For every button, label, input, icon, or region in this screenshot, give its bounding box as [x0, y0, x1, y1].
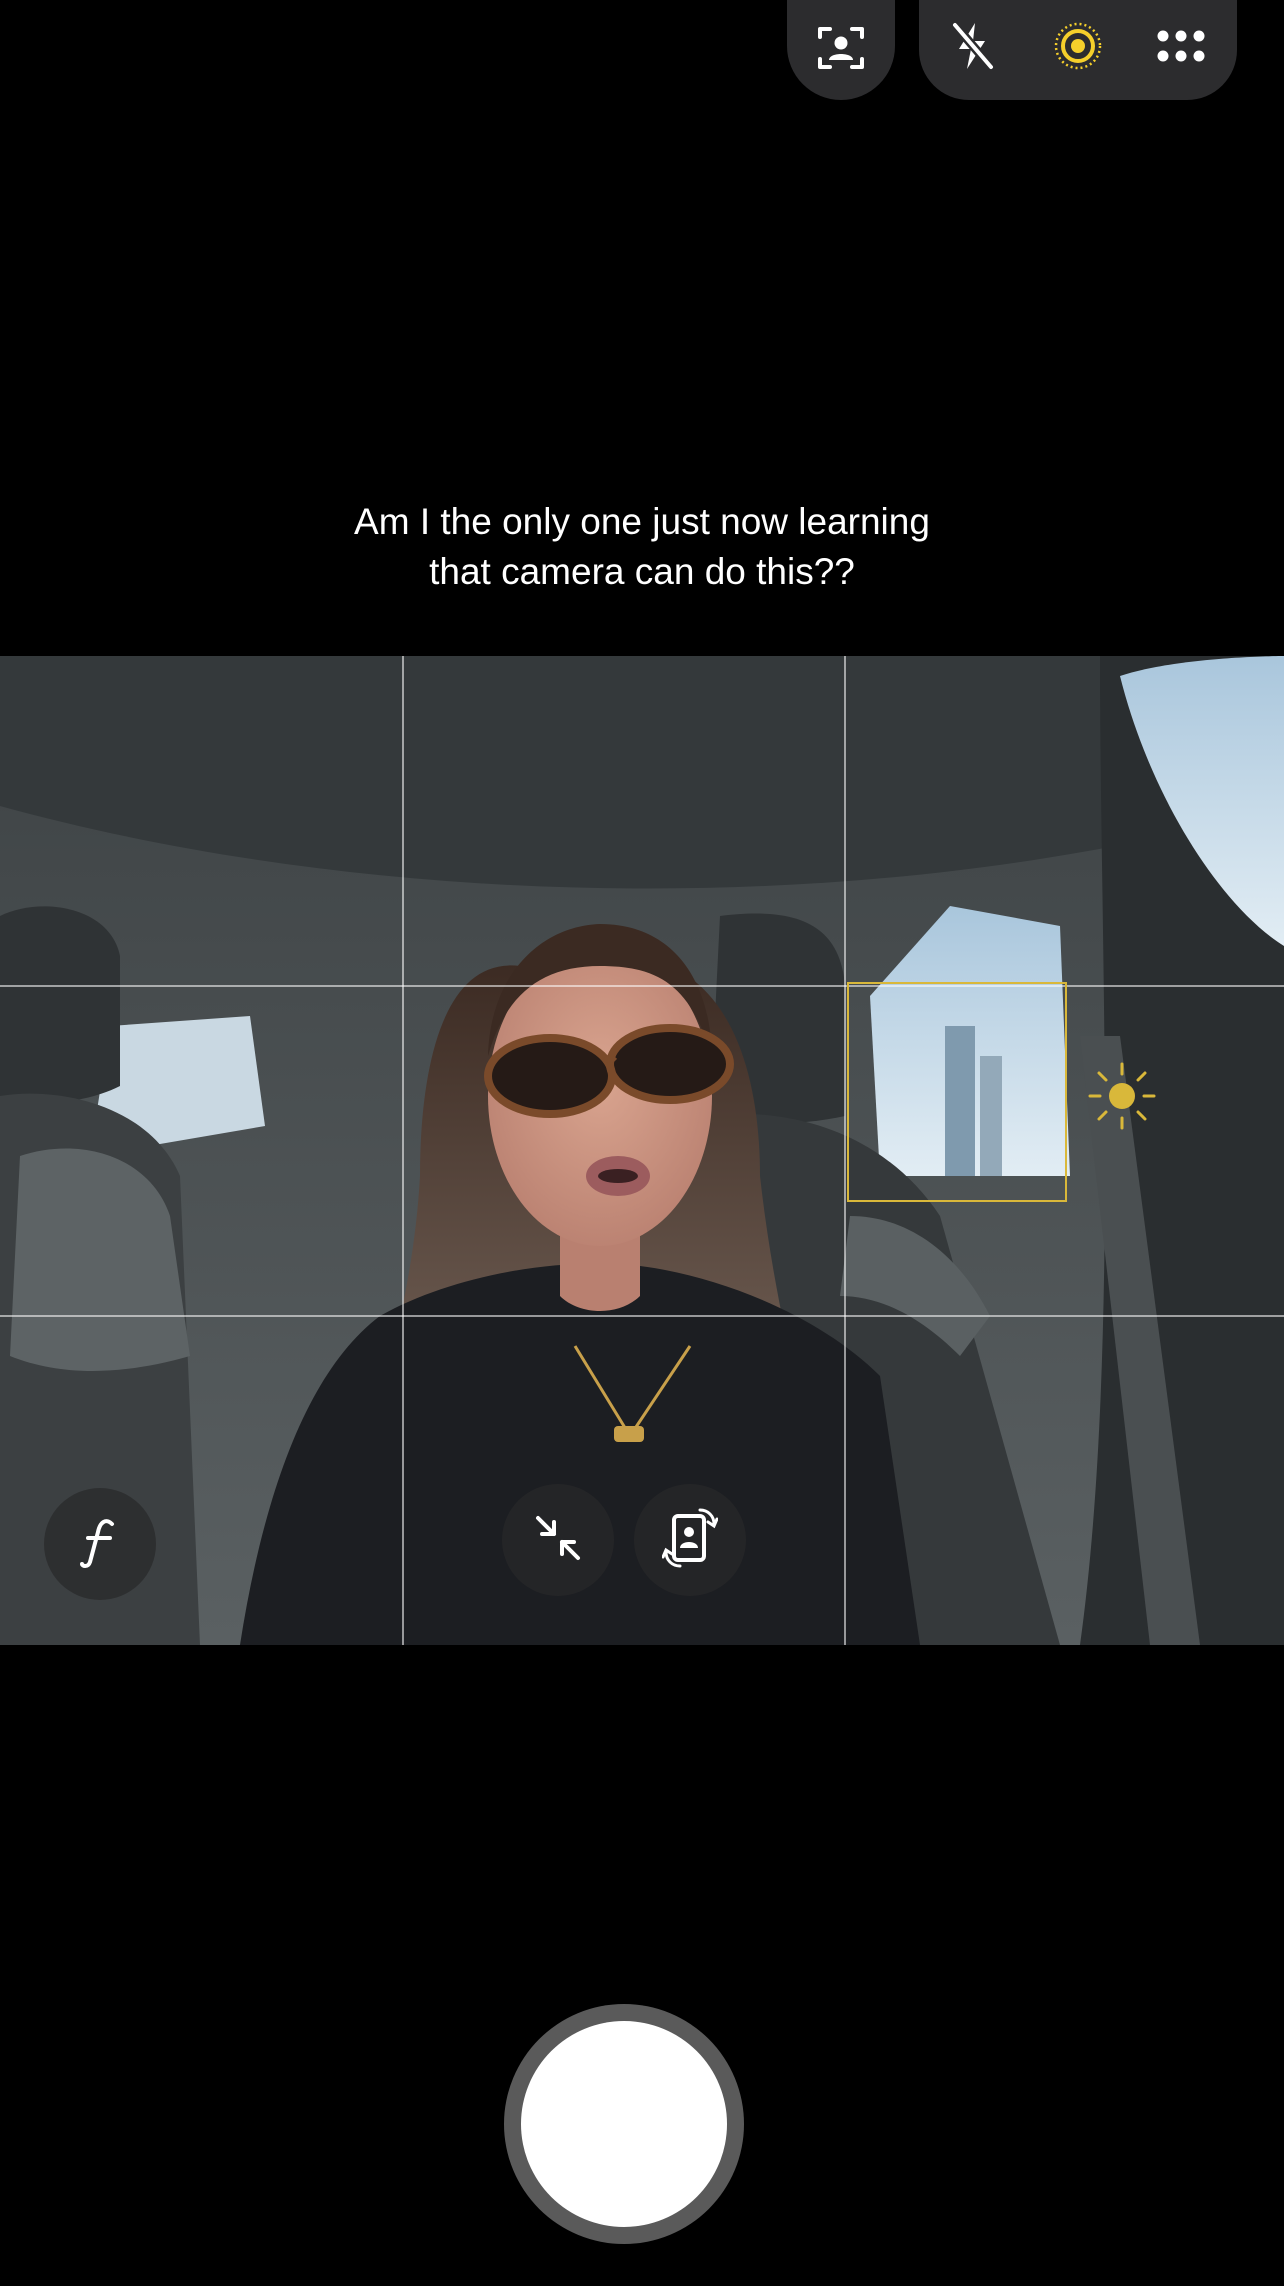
more-dots-icon: [1155, 28, 1207, 69]
caption-line-2: that camera can do this??: [429, 551, 855, 592]
camera-preview-image: [0, 656, 1284, 1645]
rotate-selfie-icon: [661, 1506, 719, 1575]
live-photo-icon: [1052, 20, 1104, 77]
flash-off-icon: [949, 19, 997, 78]
grid-line-h1: [0, 985, 1284, 987]
grid-line-v2: [844, 656, 846, 1645]
aperture-f-icon: [78, 1516, 122, 1573]
sun-icon[interactable]: [1082, 1056, 1162, 1141]
flip-camera-button[interactable]: [634, 1484, 746, 1596]
aperture-button[interactable]: [44, 1488, 156, 1600]
shutter-button[interactable]: [504, 2004, 744, 2244]
focus-box[interactable]: [847, 982, 1067, 1202]
grid-line-h2: [0, 1315, 1284, 1317]
camera-settings-group: [919, 0, 1237, 100]
camera-viewfinder[interactable]: [0, 656, 1284, 1645]
portrait-mode-button[interactable]: [787, 0, 895, 100]
collapse-arrows-icon: [532, 1512, 584, 1569]
zoom-out-button[interactable]: [502, 1484, 614, 1596]
live-photo-toggle[interactable]: [1038, 8, 1118, 88]
more-options-button[interactable]: [1141, 8, 1221, 88]
caption-line-1: Am I the only one just now learning: [354, 501, 930, 542]
shutter-button-inner: [521, 2021, 727, 2227]
flash-toggle[interactable]: [933, 8, 1013, 88]
portrait-frame-icon: [816, 23, 866, 78]
grid-line-v1: [402, 656, 404, 1645]
video-caption: Am I the only one just now learning that…: [192, 497, 1092, 597]
